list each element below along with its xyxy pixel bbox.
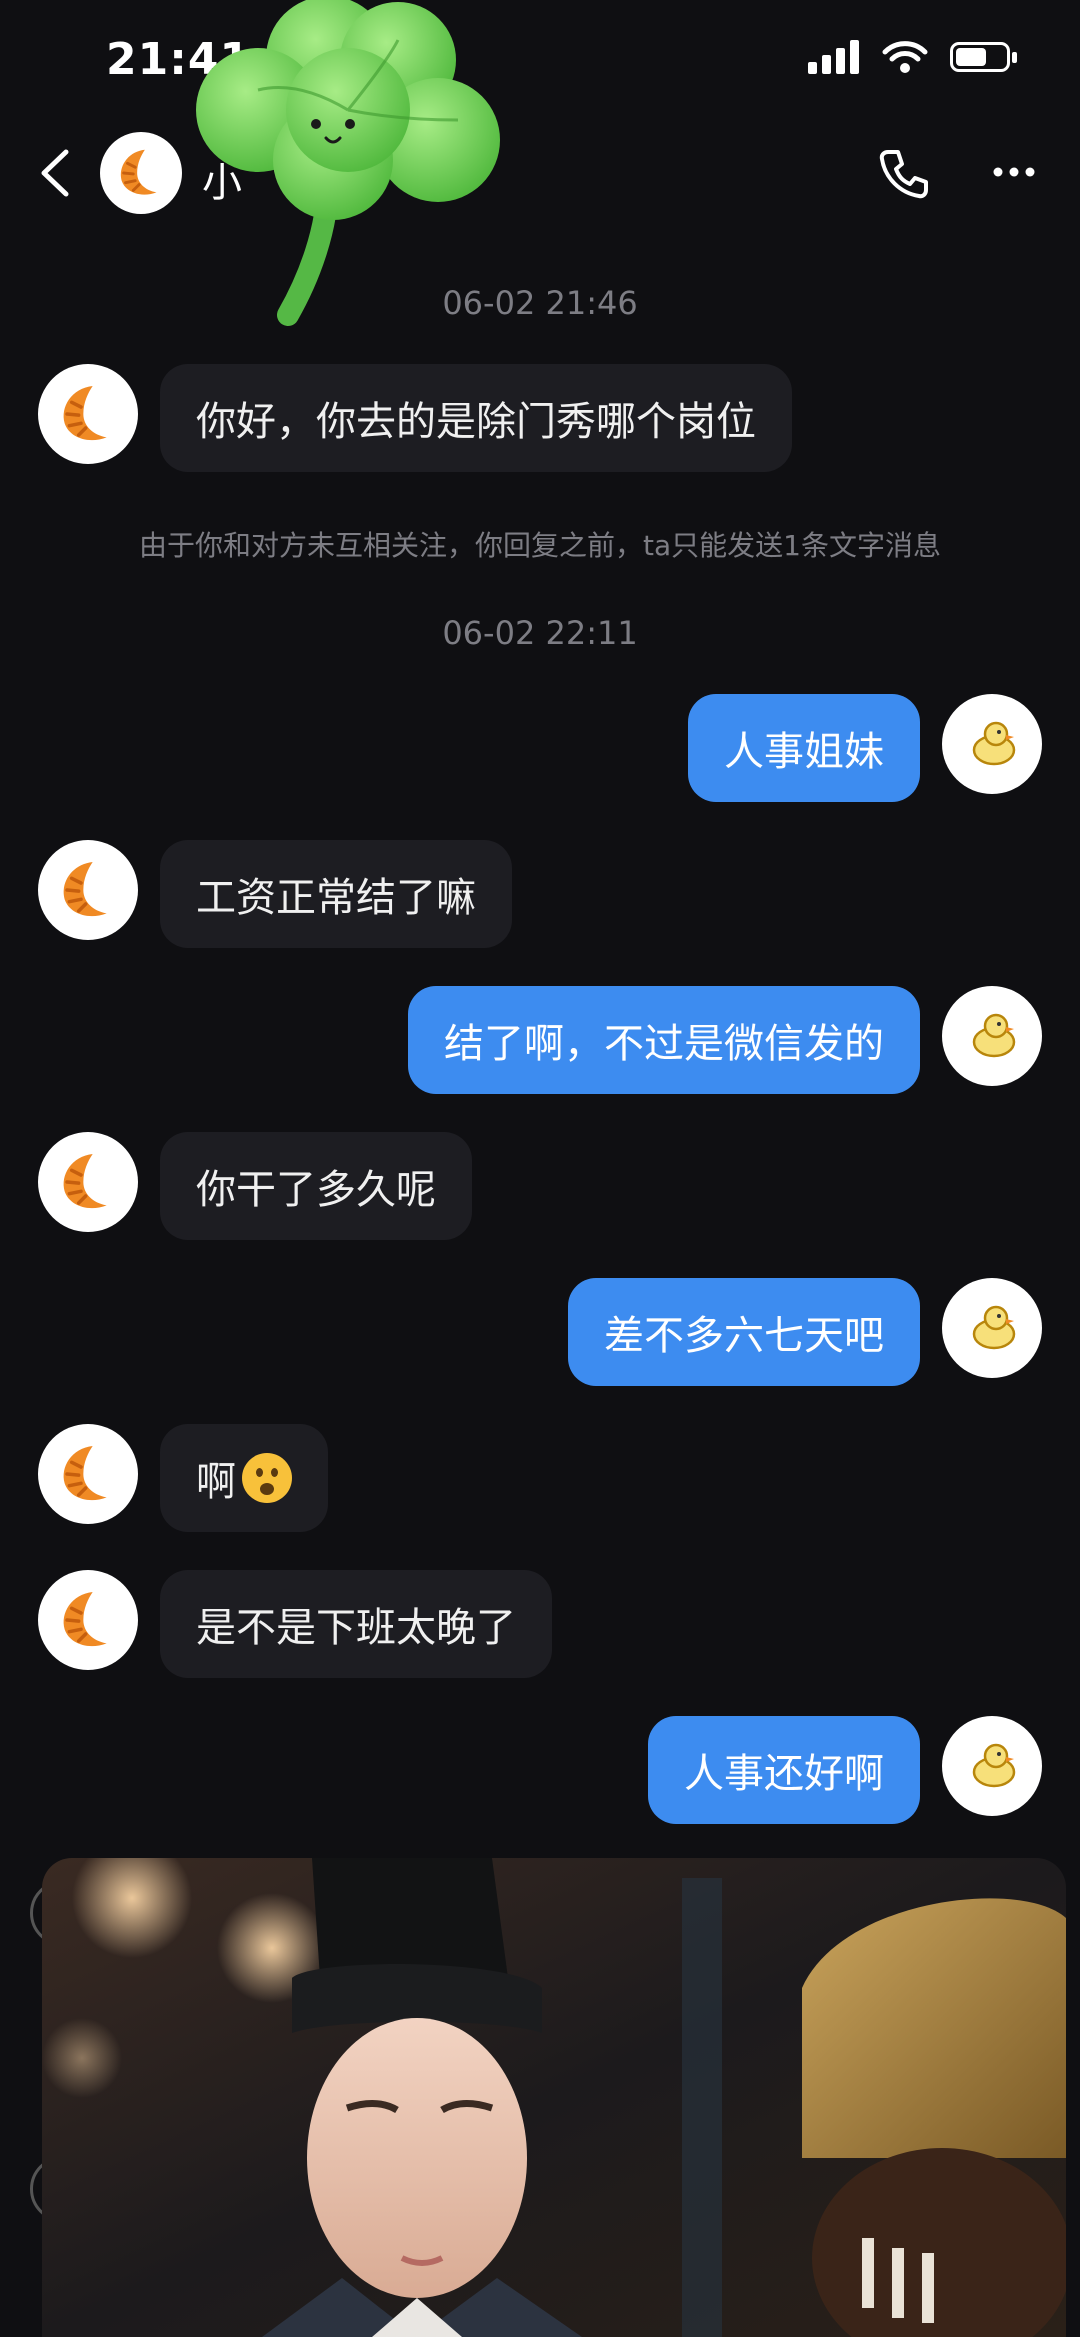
message-bubble-incoming[interactable]: 你干了多久呢 (160, 1132, 472, 1240)
contact-avatar[interactable] (100, 132, 182, 214)
timestamp: 06-02 21:46 (442, 284, 638, 322)
message-bubble-outgoing[interactable]: 结了啊，不过是微信发的 (408, 986, 920, 1094)
duck-icon (972, 1305, 1016, 1350)
message-bubble-incoming[interactable]: 工资正常结了嘛 (160, 840, 512, 948)
message-text: 差不多六七天吧 (604, 1313, 884, 1359)
croissant-icon (63, 1154, 107, 1209)
message-text: 你干了多久呢 (196, 1167, 436, 1213)
contact-avatar[interactable] (38, 1424, 138, 1524)
message-text: 啊 (196, 1459, 236, 1505)
signal-icon (808, 40, 859, 74)
contact-avatar[interactable] (38, 840, 138, 940)
more-dots-icon[interactable] (992, 160, 1036, 184)
astonished-face-icon (242, 1453, 292, 1503)
my-avatar[interactable] (942, 986, 1042, 1086)
wifi-icon (882, 41, 928, 73)
message-bubble-incoming[interactable]: 啊 (160, 1424, 328, 1532)
my-avatar[interactable] (942, 694, 1042, 794)
timestamp: 06-02 22:11 (442, 614, 638, 652)
my-avatar[interactable] (942, 1716, 1042, 1816)
contact-avatar[interactable] (38, 364, 138, 464)
contact-avatar[interactable] (38, 1132, 138, 1232)
croissant-icon (63, 1592, 107, 1647)
message-text: 是不是下班太晚了 (196, 1605, 516, 1651)
phone-icon[interactable] (878, 148, 930, 200)
message-bubble-outgoing[interactable]: 人事还好啊 (648, 1716, 920, 1824)
chevron-left-icon[interactable] (36, 148, 76, 198)
message-text: 结了啊，不过是微信发的 (444, 1021, 884, 1067)
duck-icon (972, 721, 1016, 766)
message-text: 你好，你去的是除门秀哪个岗位 (196, 399, 756, 445)
status-icons (808, 40, 1017, 74)
message-text: 人事还好啊 (684, 1751, 884, 1797)
croissant-icon (63, 1446, 107, 1501)
message-text: 人事姐妹 (724, 729, 884, 775)
croissant-icon (63, 862, 107, 917)
contact-avatar[interactable] (38, 1570, 138, 1670)
message-text: 工资正常结了嘛 (196, 875, 476, 921)
clover-sticker (196, 0, 500, 326)
croissant-icon (120, 149, 157, 195)
overlay-photo (42, 1858, 1066, 2337)
my-avatar[interactable] (942, 1278, 1042, 1378)
duck-icon (972, 1013, 1016, 1058)
duck-icon (972, 1743, 1016, 1788)
croissant-icon (63, 386, 107, 441)
battery-icon (950, 42, 1017, 72)
message-bubble-incoming[interactable]: 是不是下班太晚了 (160, 1570, 552, 1678)
message-bubble-outgoing[interactable]: 人事姐妹 (688, 694, 920, 802)
message-bubble-outgoing[interactable]: 差不多六七天吧 (568, 1278, 920, 1386)
system-notice: 由于你和对方未互相关注，你回复之前，ta只能发送1条文字消息 (139, 529, 941, 562)
message-bubble-incoming[interactable]: 你好，你去的是除门秀哪个岗位 (160, 364, 792, 472)
